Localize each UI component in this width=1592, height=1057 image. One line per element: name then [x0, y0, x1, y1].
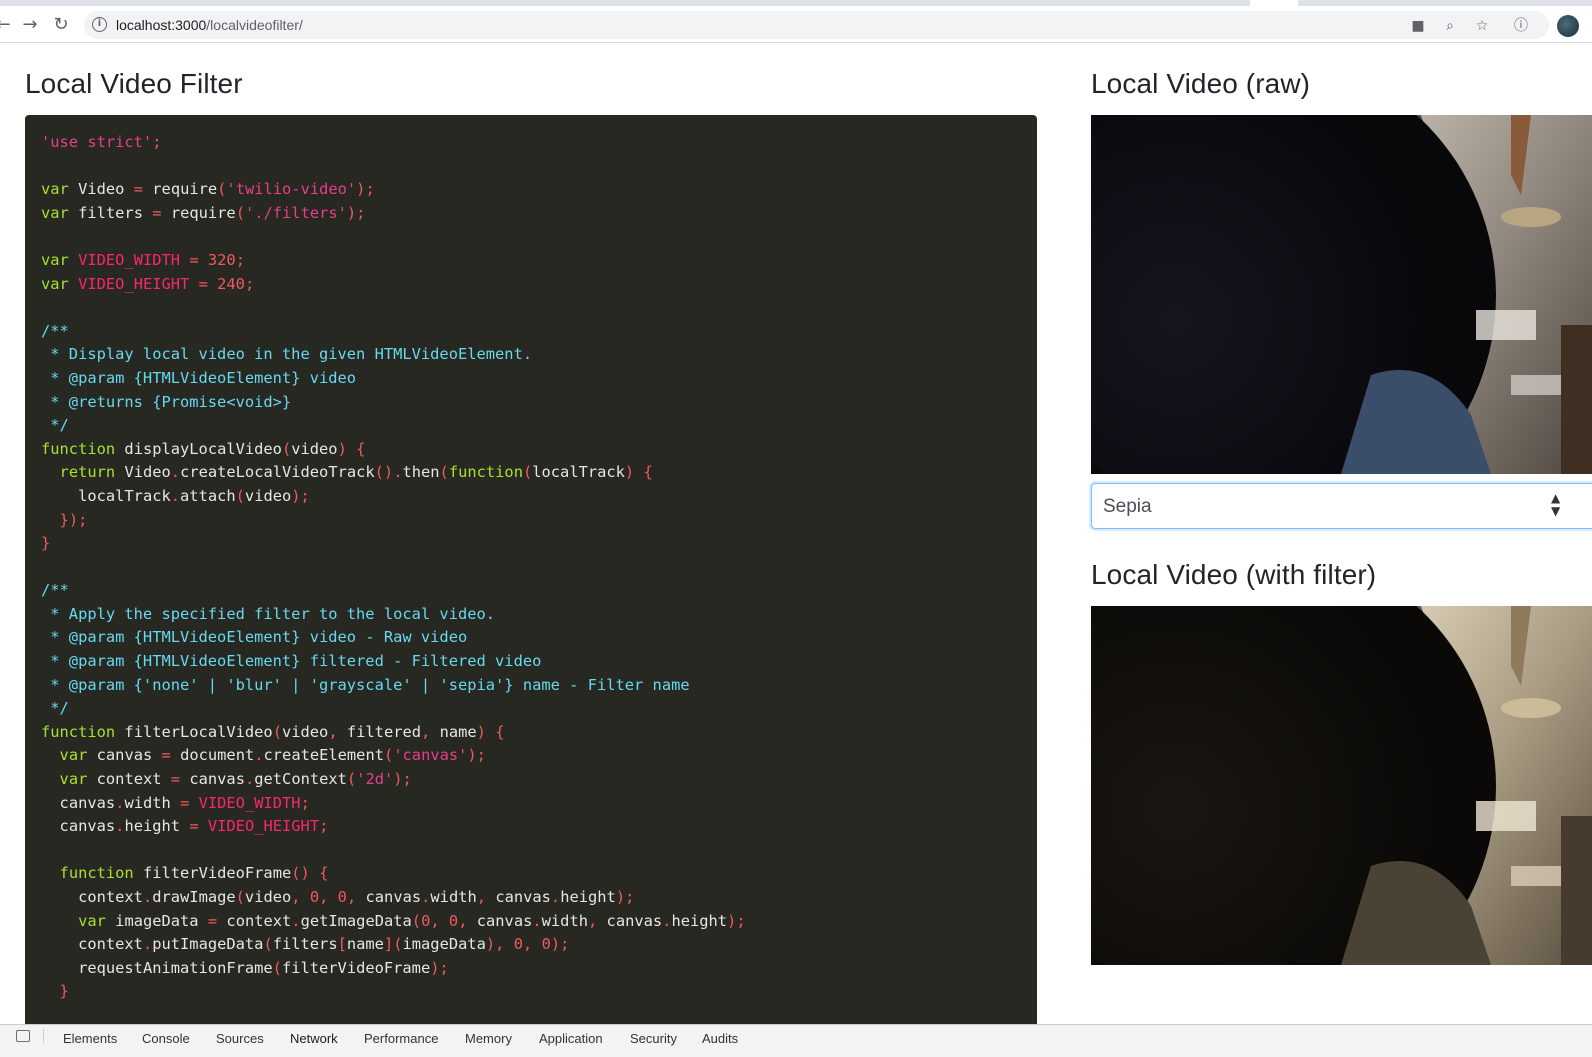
code-line: function filterLocalVideo(video, filtere… — [41, 722, 505, 741]
code-line: * @param {HTMLVideoElement} video — [41, 368, 357, 387]
code-listing: 'use strict';​var Video = require('twili… — [41, 131, 746, 1004]
code-line: var context = canvas.getContext('2d'); — [59, 770, 412, 789]
code-line: * @param {HTMLVideoElement} video - Raw … — [41, 628, 468, 647]
code-line: * @param {'none' | 'blur' | 'grayscale' … — [41, 675, 690, 694]
code-block: 'use strict';​var Video = require('twili… — [25, 115, 1037, 1027]
code-line: * @returns {Promise<void>} — [41, 392, 292, 411]
raw-video-title: Local Video (raw) — [1091, 68, 1311, 99]
code-line: */ — [41, 699, 69, 718]
code-line: localTrack.attach(video); — [78, 486, 310, 505]
address-bar[interactable]: i localhost:3000/localvideofilter/ ■ ⌕ ☆ — [84, 11, 1549, 39]
code-line: var VIDEO_HEIGHT = 240; — [41, 274, 255, 293]
code-line: requestAnimationFrame(filterVideoFrame); — [78, 958, 449, 977]
code-line: context.drawImage(video, 0, 0, canvas.wi… — [78, 888, 635, 906]
devtools-tab-performance[interactable]: Performance — [364, 1031, 438, 1046]
code-line: context.putImageData(filters[name](image… — [78, 935, 570, 954]
code-line: ​ — [41, 839, 746, 863]
profile-avatar[interactable] — [1557, 15, 1579, 37]
reload-icon[interactable]: ↻ — [50, 14, 72, 36]
code-line: } — [41, 534, 51, 553]
filter-select[interactable]: Sepia ▲ ▼ — [1091, 483, 1592, 529]
raw-video-frame — [1091, 115, 1592, 474]
star-icon[interactable]: ☆ — [1473, 17, 1491, 35]
devtools-tab-memory[interactable]: Memory — [465, 1031, 512, 1046]
camera-icon[interactable]: ■ — [1409, 17, 1427, 35]
info-icon[interactable]: i — [92, 17, 107, 32]
code-line: /** — [41, 581, 69, 600]
back-icon[interactable]: ← — [0, 14, 14, 36]
devtools-tab-application[interactable]: Application — [539, 1031, 603, 1046]
code-line: return Video.createLocalVideoTrack().the… — [59, 463, 653, 482]
filtered-video — [1091, 606, 1592, 965]
url-path: /localvideofilter/ — [206, 17, 303, 33]
code-line: } — [59, 982, 69, 1001]
filtered-video-title: Local Video (with filter) — [1091, 559, 1377, 590]
devtools-tab-elements[interactable]: Elements — [63, 1031, 117, 1046]
code-line: * Apply the specified filter to the loca… — [41, 604, 496, 623]
devtools-separator — [43, 1029, 44, 1043]
code-line: var Video = require('twilio-video'); — [41, 180, 375, 199]
raw-video — [1091, 115, 1592, 474]
code-line: var VIDEO_WIDTH = 320; — [41, 250, 245, 269]
zoom-icon[interactable]: ⌕ — [1441, 17, 1459, 35]
extension-icon[interactable]: ⓘ — [1512, 17, 1530, 35]
code-line: var imageData = context.getImageData(0, … — [78, 911, 746, 930]
filtered-video-frame — [1091, 606, 1592, 965]
code-line: */ — [41, 416, 69, 435]
browser-toolbar: ← → ↻ i localhost:3000/localvideofilter/… — [0, 6, 1592, 43]
devtools-tab-console[interactable]: Console — [142, 1031, 190, 1046]
code-line: ​ — [41, 296, 746, 320]
code-line: ​ — [41, 155, 746, 179]
code-line: * @param {HTMLVideoElement} filtered - F… — [41, 652, 542, 671]
code-title: Local Video Filter — [25, 68, 243, 99]
code-line: function displayLocalVideo(video) { — [41, 439, 366, 458]
code-line: function filterVideoFrame() { — [59, 864, 329, 883]
device-toolbar-icon[interactable] — [16, 1030, 30, 1042]
forward-icon[interactable]: → — [19, 14, 41, 36]
devtools-tab-sources[interactable]: Sources — [216, 1031, 264, 1046]
code-line: }); — [59, 510, 88, 529]
code-line: ​ — [41, 225, 746, 249]
code-line: var canvas = document.createElement('can… — [59, 746, 486, 765]
select-arrows-icon: ▲ ▼ — [1551, 491, 1561, 518]
devtools-tab-security[interactable]: Security — [630, 1031, 677, 1046]
filter-select-value: Sepia — [1103, 496, 1152, 517]
url-host: localhost:3000 — [116, 17, 207, 33]
code-line: canvas.width = VIDEO_WIDTH; — [59, 793, 310, 812]
code-line: * Display local video in the given HTMLV… — [41, 345, 533, 364]
devtools-panel: Elements Console Sources Network Performance… — [0, 1024, 1592, 1057]
devtools-tab-network[interactable]: Network — [290, 1031, 338, 1046]
code-line: /** — [41, 321, 69, 340]
code-line: var filters = require('./filters'); — [41, 203, 366, 222]
code-line: canvas.height = VIDEO_HEIGHT; — [59, 817, 329, 836]
devtools-tab-audits[interactable]: Audits — [702, 1031, 738, 1046]
code-line: 'use strict'; — [41, 133, 162, 151]
url-text[interactable]: localhost:3000/localvideofilter/ — [116, 17, 303, 33]
code-line: ​ — [41, 556, 746, 580]
